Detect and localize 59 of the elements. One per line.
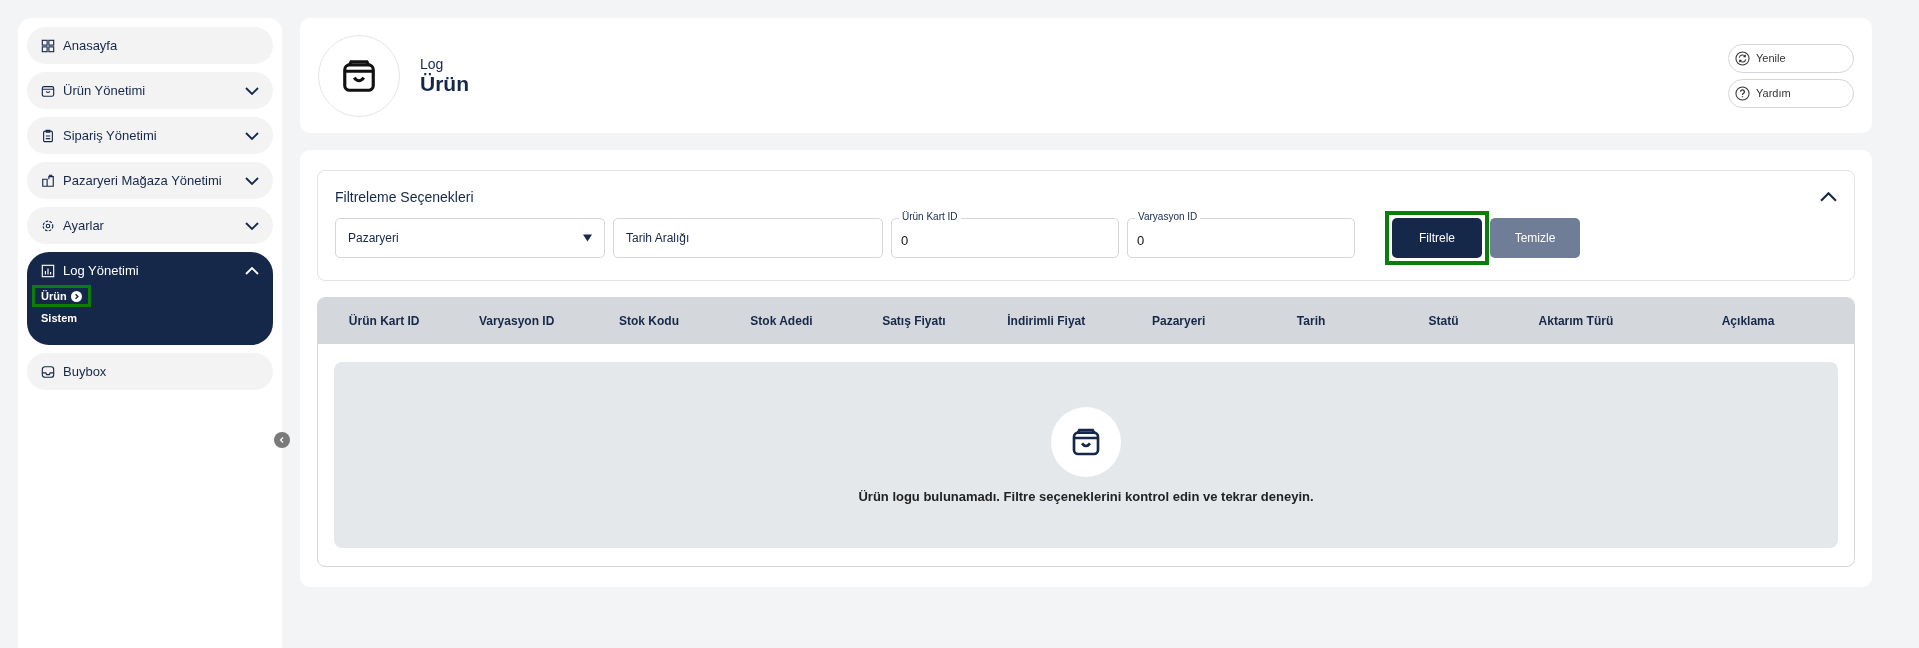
sidebar-item[interactable]: Ürün Yönetimi (27, 72, 273, 109)
column-header: Satış Fiyatı (881, 314, 947, 328)
sidebar-item[interactable]: Ayarlar (27, 207, 273, 244)
column-header: Ürün Kart ID (347, 314, 421, 328)
marketplace-select[interactable]: Pazaryeri (335, 218, 605, 258)
field-value: 0 (901, 231, 909, 248)
menu-label: Buybox (63, 364, 108, 379)
input-field[interactable]: Ürün Kart ID 0 (891, 210, 1119, 258)
chart-icon (41, 263, 55, 278)
menu-label: Log Yönetimi (63, 263, 140, 278)
sidebar-item[interactable]: Pazaryeri Mağaza Yönetimi (27, 162, 273, 199)
help-button[interactable]: Yardım (1728, 78, 1854, 108)
field-label: Varyasyon ID (1135, 211, 1201, 222)
column-header: İndirimli Fiyat (1006, 314, 1087, 328)
refresh-button[interactable]: Yenile (1728, 43, 1854, 73)
dropdown-arrow-icon (583, 234, 592, 242)
field-value: 0 (1137, 231, 1145, 248)
column-header: Stok Kodu (618, 314, 680, 328)
column-header: Açıklama (1720, 314, 1776, 328)
sidebar-item[interactable]: Log Yönetimi Ürün Sistem (27, 252, 273, 345)
filter-button[interactable]: Filtrele (1392, 218, 1482, 258)
date-range-field[interactable]: Tarih Aralığı (613, 218, 883, 258)
help-icon (1735, 85, 1750, 101)
input-field[interactable]: Varyasyon ID 0 (1127, 210, 1355, 258)
filter-title: Filtreleme Seçenekleri (335, 189, 474, 205)
grid-icon (41, 38, 55, 53)
gear-icon (41, 218, 55, 233)
clipboard-icon (41, 128, 55, 143)
page-subtitle: Log (420, 55, 444, 72)
column-header: Statü (1427, 314, 1460, 328)
menu-label: Ayarlar (63, 218, 105, 233)
chevron-up-icon[interactable] (1820, 192, 1837, 202)
column-header: Stok Adedi (749, 314, 814, 328)
page-title: Ürün (420, 71, 470, 96)
menu-label: Anasayfa (63, 38, 119, 53)
sidebar-item[interactable]: Anasayfa (27, 27, 273, 64)
field-label: Ürün Kart ID (899, 211, 961, 222)
collapse-handle[interactable] (274, 432, 290, 448)
submenu-item[interactable]: Sistem (32, 307, 87, 329)
column-header: Varyasyon ID (477, 314, 556, 328)
refresh-icon (1735, 50, 1750, 66)
menu-label: Sipariş Yönetimi (63, 128, 158, 143)
box-icon (41, 83, 55, 98)
chevron-circle-icon (70, 290, 82, 302)
select-placeholder: Pazaryeri (348, 231, 399, 245)
sidebar-item[interactable]: Buybox (27, 353, 273, 390)
store-icon (41, 173, 55, 188)
inbox-icon (41, 364, 55, 379)
column-header: Pazaryeri (1151, 314, 1207, 328)
submenu-label: Sistem (41, 312, 78, 324)
empty-message: Ürün logu bulunamadı. Filtre seçeneklerini kontrol edin ve tekrar deneyin. (858, 488, 1314, 504)
column-header: Tarih (1295, 314, 1327, 328)
submenu-label: Ürün (41, 290, 67, 302)
sidebar-item[interactable]: Sipariş Yönetimi (27, 117, 273, 154)
clear-button[interactable]: Temizle (1490, 218, 1580, 258)
menu-label: Ürün Yönetimi (63, 83, 147, 98)
column-header: Aktarım Türü (1537, 314, 1615, 328)
submenu-item[interactable]: Ürün (32, 285, 91, 307)
menu-label: Pazaryeri Mağaza Yönetimi (63, 173, 223, 188)
